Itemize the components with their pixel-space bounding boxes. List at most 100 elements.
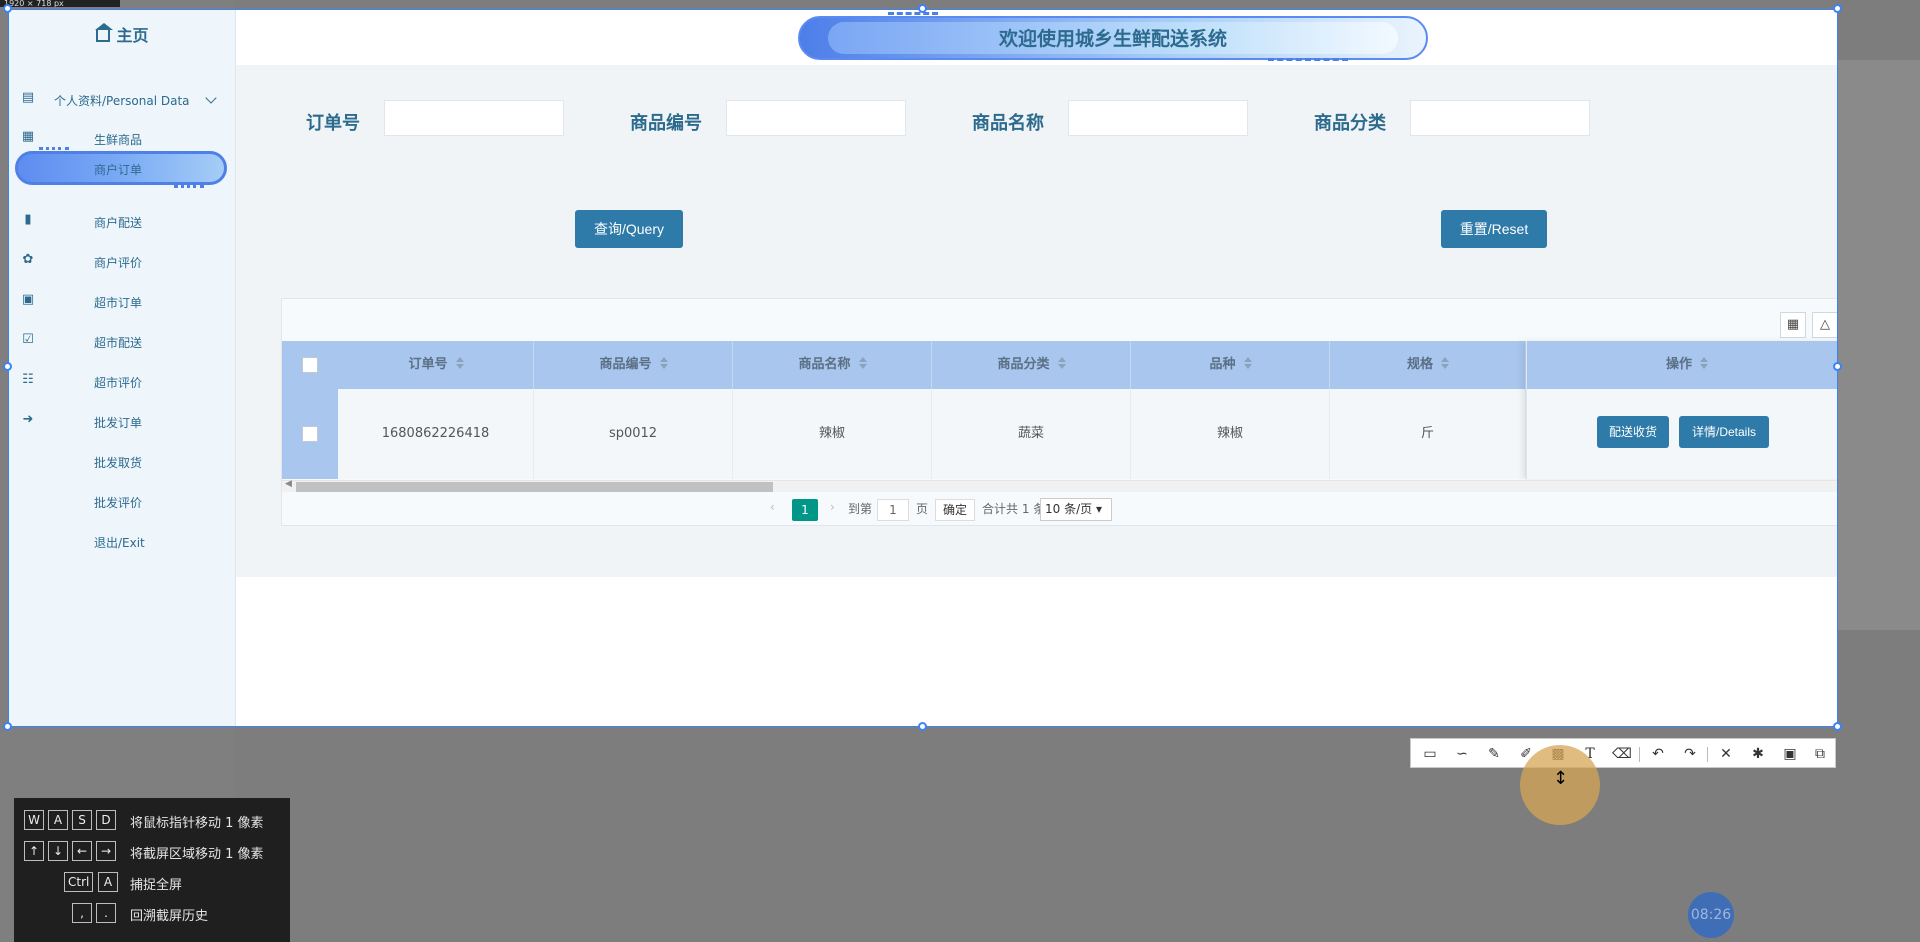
key: .	[96, 903, 116, 923]
sidebar-item-wholesale-reviews[interactable]: 批发评价	[9, 486, 236, 516]
selection-handle-middle-left[interactable]	[3, 362, 12, 371]
product-no-input[interactable]	[726, 100, 906, 136]
chevron-down-icon: ▾	[1095, 502, 1102, 516]
order-no-label: 订单号	[306, 113, 360, 134]
key: ,	[72, 903, 92, 923]
key: ←	[72, 841, 92, 861]
per-page-select[interactable]: 10 条/页 ▾	[1040, 498, 1112, 521]
title-banner: 欢迎使用城乡生鲜配送系统	[798, 12, 1428, 62]
sidebar-item-label: 批发取货	[94, 456, 143, 470]
shortcut-description: 将截屏区域移动 1 像素	[130, 847, 264, 862]
column-header-label: 规格	[1406, 357, 1433, 372]
pill-decoration	[174, 185, 204, 189]
column-header-label: 商品分类	[997, 357, 1050, 372]
current-page[interactable]: 1	[792, 499, 818, 521]
columns-icon[interactable]: ▦	[1780, 312, 1806, 338]
sidebar-item-personal-data[interactable]: ▤ 个人资料/Personal Data	[9, 84, 236, 114]
key: S	[72, 810, 92, 830]
copy-icon[interactable]: ⧉	[1809, 743, 1831, 765]
sidebar-item-wholesale-orders[interactable]: ➜ 批发订单	[9, 406, 236, 436]
sidebar-item-label: 批发订单	[94, 416, 143, 430]
column-header-spec[interactable]: 规格	[1330, 341, 1526, 389]
shortcut-description: 捕捉全屏	[130, 878, 183, 893]
key: Ctrl	[64, 872, 94, 892]
row-checkbox[interactable]	[302, 426, 318, 442]
select-all-checkbox[interactable]	[302, 357, 318, 373]
selection-handle-top-center[interactable]	[918, 4, 927, 13]
selection-handle-top-left[interactable]	[3, 4, 12, 13]
eraser-tool-icon[interactable]: ⌫	[1611, 743, 1633, 765]
close-icon[interactable]: ✕	[1715, 743, 1737, 765]
product-category-input[interactable]	[1410, 100, 1590, 136]
cell-category: 蔬菜	[932, 389, 1131, 479]
sidebar-item-merchant-reviews[interactable]: ✿ 商户评价	[9, 246, 236, 276]
product-name-input[interactable]	[1068, 100, 1248, 136]
key: ↓	[48, 841, 68, 861]
product-no-label: 商品编号	[630, 113, 702, 134]
sidebar-item-merchant-delivery[interactable]: ▮ 商户配送	[9, 206, 236, 236]
sidebar-item-merchant-orders[interactable]: 商户订单	[9, 147, 232, 189]
goto-page-input[interactable]: 1	[877, 499, 909, 521]
query-button[interactable]: 查询/Query	[575, 210, 683, 248]
sidebar-item-supermarket-orders[interactable]: ▣ 超市订单	[9, 286, 236, 316]
sidebar-item-wholesale-pickup[interactable]: 批发取货	[9, 446, 236, 476]
cell-order-no: 1680862226418	[338, 389, 534, 479]
sidebar-item-label: 批发评价	[94, 496, 143, 510]
save-icon[interactable]: ▣	[1779, 743, 1801, 765]
rectangle-tool-icon[interactable]: ▭	[1419, 743, 1441, 765]
header-checkbox-cell	[282, 341, 338, 389]
undo-icon[interactable]: ↶	[1647, 743, 1669, 765]
key: D	[96, 810, 116, 830]
horizontal-scrollbar[interactable]: ◀ ▶	[282, 479, 1837, 492]
sort-icon	[858, 357, 867, 369]
column-header-category[interactable]: 商品分类	[932, 341, 1131, 389]
sidebar-item-supermarket-delivery[interactable]: ☑ 超市配送	[9, 326, 236, 356]
pin-icon[interactable]: ✱	[1747, 743, 1769, 765]
screenshot-toolbar: ▭ ∽ ✎ ✐ ▩ T ⌫ ↶ ↷ ✕ ✱ ▣ ⧉	[1410, 738, 1836, 768]
redo-icon[interactable]: ↷	[1679, 743, 1701, 765]
order-no-input[interactable]	[384, 100, 564, 136]
per-page-value: 10 条/页	[1045, 502, 1093, 516]
capture-region[interactable]: 主页 ▤ 个人资料/Personal Data ▦ 生鲜商品 商户订单 ▮ 商户…	[8, 9, 1838, 727]
scroll-left-icon[interactable]: ◀	[285, 479, 292, 489]
polyline-tool-icon[interactable]: ∽	[1451, 743, 1473, 765]
export-icon[interactable]: △	[1812, 312, 1837, 338]
row-checkbox-cell	[282, 389, 338, 479]
home-link[interactable]: 主页	[9, 22, 236, 46]
deliver-receive-button[interactable]: 配送收货	[1597, 416, 1669, 448]
cell-product-no: sp0012	[534, 389, 733, 479]
capture-size-readout: 1920 × 718 px	[0, 0, 120, 7]
shortcut-help-panel: W A S D 将鼠标指针移动 1 像素 ↑ ↓ ← → 将截屏区域移动 1 像…	[14, 798, 290, 942]
selection-handle-top-right[interactable]	[1833, 4, 1842, 13]
reset-button[interactable]: 重置/Reset	[1441, 210, 1547, 248]
next-page-icon[interactable]: ›	[830, 500, 835, 514]
scrollbar-thumb[interactable]	[296, 482, 773, 492]
total-count: 合计共 1 条	[982, 502, 1046, 516]
prev-page-icon[interactable]: ‹	[770, 500, 775, 514]
pen-tool-icon[interactable]: ✎	[1483, 743, 1505, 765]
sidebar-item-exit[interactable]: 退出/Exit	[9, 526, 236, 556]
confirm-page-button[interactable]: 确定	[935, 499, 975, 521]
details-button[interactable]: 详情/Details	[1679, 416, 1769, 448]
sort-icon	[1243, 357, 1252, 369]
column-header-order-no[interactable]: 订单号	[338, 341, 534, 389]
selection-handle-middle-right[interactable]	[1833, 362, 1842, 371]
sidebar-item-label: 个人资料/Personal Data	[54, 94, 190, 108]
selection-handle-bottom-right[interactable]	[1833, 722, 1842, 731]
selection-handle-bottom-left[interactable]	[3, 722, 12, 731]
sidebar-item-supermarket-reviews[interactable]: ☷ 超市评价	[9, 366, 236, 396]
award-icon: ✿	[22, 252, 34, 267]
key: A	[48, 810, 68, 830]
shortcut-row: , . 回溯截屏历史	[14, 903, 290, 925]
column-header-product-name[interactable]: 商品名称	[733, 341, 932, 389]
sidebar: 主页 ▤ 个人资料/Personal Data ▦ 生鲜商品 商户订单 ▮ 商户…	[9, 10, 236, 726]
cell-product-name: 辣椒	[733, 389, 932, 479]
sort-icon	[455, 357, 464, 369]
pagination: ‹ 1 › 到第 1 页 确定 合计共 1 条 10 条/页 ▾	[282, 492, 1837, 527]
selection-handle-bottom-center[interactable]	[918, 722, 927, 731]
column-header-label: 商品编号	[599, 357, 652, 372]
column-header-variety[interactable]: 品种	[1131, 341, 1330, 389]
product-category-label: 商品分类	[1314, 113, 1386, 134]
column-header-product-no[interactable]: 商品编号	[534, 341, 733, 389]
sidebar-item-label: 生鲜商品	[94, 133, 143, 147]
